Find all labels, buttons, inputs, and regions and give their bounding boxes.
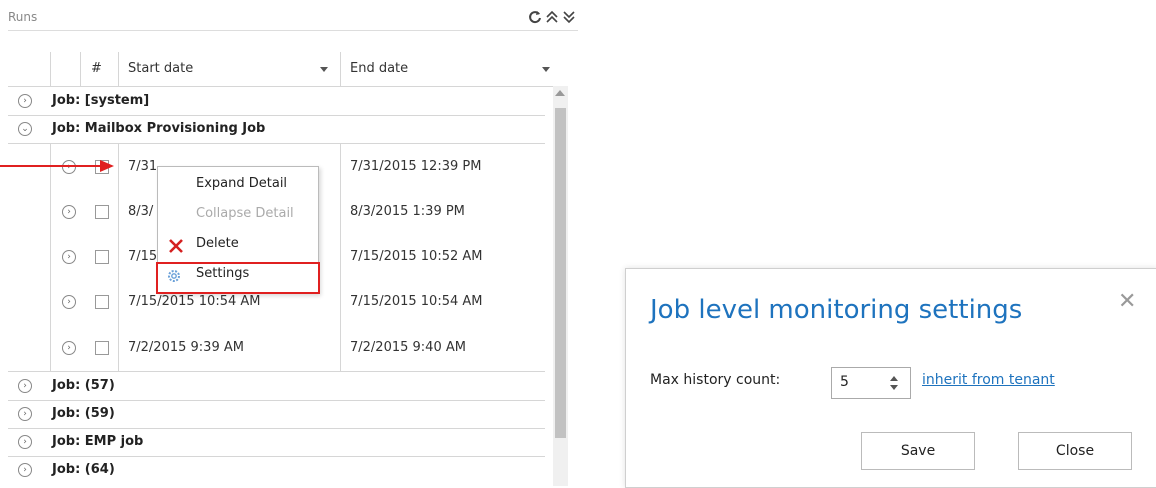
settings-highlight-box [156, 262, 320, 294]
menu-item-expand-detail[interactable]: Expand Detail [158, 169, 318, 199]
column-header-end-date[interactable]: End date [350, 52, 408, 86]
scroll-up-arrow[interactable] [555, 90, 565, 96]
expand-group-icon[interactable]: › [18, 407, 32, 421]
runs-divider [8, 30, 578, 31]
dialog-title: Job level monitoring settings [650, 295, 1023, 325]
expand-group-icon[interactable]: › [18, 379, 32, 393]
end-date-dropdown-icon[interactable] [542, 67, 550, 72]
column-header-start-date[interactable]: Start date [128, 52, 193, 86]
expand-detail-icon[interactable]: › [62, 160, 76, 174]
inherit-from-tenant-link[interactable]: inherit from tenant [922, 372, 1055, 388]
expand-detail-icon[interactable]: › [62, 250, 76, 264]
start-date-cell: 7/31/2015 12:39 PM [128, 159, 158, 174]
end-date-cell: 7/15/2015 10:52 AM [350, 249, 483, 264]
menu-item-collapse-detail: Collapse Detail [158, 199, 318, 229]
menu-item-label: Expand Detail [196, 176, 288, 191]
group-label: Job: (59) [52, 406, 115, 421]
group-row[interactable]: › Job: (64) [8, 456, 545, 484]
group-row[interactable]: › Job: (59) [8, 400, 545, 429]
expand-group-icon[interactable]: › [18, 463, 32, 477]
group-label: Job: Mailbox Provisioning Job [52, 121, 266, 136]
row-checkbox[interactable] [95, 295, 109, 309]
end-date-cell: 7/2/2015 9:40 AM [350, 340, 466, 355]
annotation-arrow [0, 165, 100, 167]
refresh-icon[interactable] [527, 10, 543, 26]
start-date-dropdown-icon[interactable] [320, 67, 328, 72]
row-checkbox[interactable] [95, 205, 109, 219]
expand-group-icon[interactable]: › [18, 94, 32, 108]
end-date-cell: 8/3/2015 1:39 PM [350, 204, 465, 219]
group-row-system[interactable]: › Job: [system] [8, 87, 545, 116]
expand-detail-icon[interactable]: › [62, 295, 76, 309]
group-row[interactable]: › Job: EMP job [8, 428, 545, 457]
expand-all-icon[interactable] [561, 10, 577, 26]
row-checkbox[interactable] [95, 250, 109, 264]
start-date-cell: 7/15/2015 10:54 AM [128, 294, 261, 309]
expand-detail-icon[interactable]: › [62, 205, 76, 219]
settings-dialog: Job level monitoring settings ✕ Max hist… [625, 268, 1156, 488]
save-button[interactable]: Save [861, 432, 975, 470]
collapse-group-icon[interactable]: ⌄ [18, 122, 32, 136]
close-button[interactable]: Close [1018, 432, 1132, 470]
start-date-cell: 7/15 [128, 249, 158, 264]
stepper-up-icon[interactable] [890, 376, 898, 381]
start-date-cell: 8/3/ [128, 204, 154, 219]
row-checkbox[interactable] [95, 341, 109, 355]
group-row[interactable]: › Job: (57) [8, 372, 545, 401]
group-label: Job: [system] [52, 93, 150, 108]
expand-detail-icon[interactable]: › [62, 341, 76, 355]
stepper-down-icon[interactable] [890, 385, 898, 390]
group-label: Job: (64) [52, 462, 115, 477]
group-label: Job: EMP job [52, 434, 144, 449]
scrollbar-thumb[interactable] [555, 108, 566, 438]
expand-group-icon[interactable]: › [18, 435, 32, 449]
max-history-stepper[interactable]: 5 [831, 367, 911, 399]
group-row-mailbox-provisioning[interactable]: ⌄ Job: Mailbox Provisioning Job [8, 115, 545, 144]
annotation-arrow-head [100, 160, 114, 172]
close-icon[interactable]: ✕ [1118, 289, 1136, 314]
max-history-value[interactable]: 5 [840, 374, 849, 390]
runs-title: Runs [8, 10, 38, 24]
end-date-cell: 7/31/2015 12:39 PM [350, 159, 482, 174]
column-header-number[interactable]: # [91, 52, 102, 86]
table-row[interactable]: › 7/2/2015 9:39 AM 7/2/2015 9:40 AM [8, 324, 545, 371]
end-date-cell: 7/15/2015 10:54 AM [350, 294, 483, 309]
start-date-cell: 7/2/2015 9:39 AM [128, 340, 244, 355]
menu-item-label: Collapse Detail [196, 206, 294, 221]
collapse-all-icon[interactable] [544, 10, 560, 26]
group-label: Job: (57) [52, 378, 115, 393]
menu-item-delete[interactable]: Delete [158, 229, 318, 259]
menu-item-label: Delete [196, 236, 239, 251]
max-history-label: Max history count: [650, 372, 781, 388]
